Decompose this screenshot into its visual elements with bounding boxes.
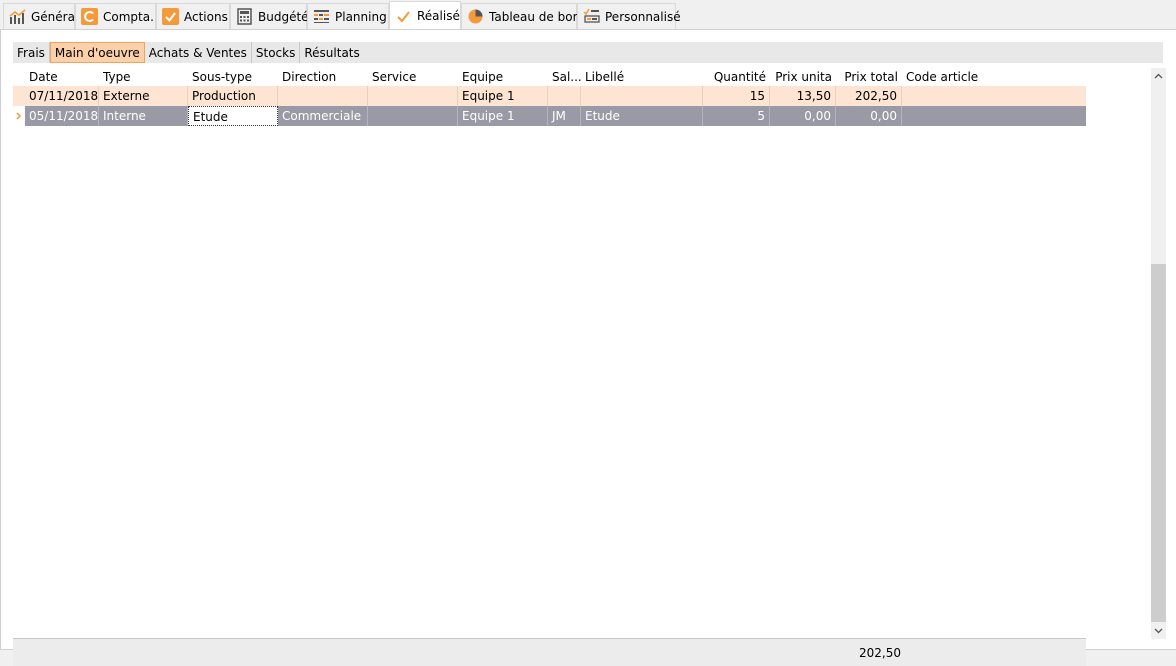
cell-code-article[interactable]: [902, 86, 1086, 106]
pie-chart-icon: [467, 8, 484, 25]
col-header-type[interactable]: Type: [99, 68, 188, 86]
tab-personnalise[interactable]: Personnalisé: [577, 3, 681, 29]
subtab-frais[interactable]: Frais: [13, 42, 50, 63]
row-indicator[interactable]: [13, 86, 25, 106]
tab-label: Budgété: [258, 9, 309, 24]
cell-service[interactable]: [368, 106, 458, 126]
cell-equipe[interactable]: Equipe 1: [458, 106, 548, 126]
checkmark-icon: [395, 8, 412, 25]
grid-header: Date Type Sous-type Direction Service Eq…: [13, 68, 1086, 86]
cell-prix-total[interactable]: 202,50: [836, 86, 902, 106]
grid-totals-footer: 202,50: [13, 638, 1086, 666]
cell-date[interactable]: 07/11/2018: [25, 86, 99, 106]
cell-type[interactable]: Interne: [99, 106, 188, 126]
tab-realise[interactable]: Réalisé: [389, 1, 461, 30]
tab-tableau-de-bord[interactable]: Tableau de bord: [461, 3, 585, 29]
scrollbar-thumb[interactable]: [1151, 264, 1166, 622]
subtab-resultats[interactable]: Résultats: [300, 42, 363, 63]
planning-grid-icon: [313, 8, 330, 25]
cell-salarie[interactable]: [548, 86, 581, 106]
cell-quantite[interactable]: 5: [703, 106, 770, 126]
chevron-up-icon: [1154, 73, 1163, 79]
tab-label: Réalisé: [417, 9, 460, 23]
cell-type[interactable]: Externe: [99, 86, 188, 106]
tab-budgete[interactable]: Budgété: [230, 3, 309, 29]
line-chart-icon: [9, 8, 26, 25]
table-row[interactable]: 07/11/2018 Externe Production Equipe 1 1…: [13, 86, 1086, 106]
cell-libelle[interactable]: [581, 86, 703, 106]
tab-label: Actions: [184, 9, 228, 24]
col-header-prix-unitaire[interactable]: Prix unita: [770, 68, 836, 86]
tab-actions[interactable]: Actions: [156, 3, 230, 29]
subtab-main-doeuvre[interactable]: Main d'oeuvre: [49, 42, 145, 63]
cell-sous-type-editing[interactable]: Etude: [188, 106, 278, 126]
custom-dashboard-icon: [583, 8, 600, 25]
tab-compta[interactable]: Compta.: [75, 3, 156, 29]
cell-prix-unitaire[interactable]: 13,50: [770, 86, 836, 106]
col-header-code-article[interactable]: Code article: [902, 68, 1086, 86]
cell-direction[interactable]: [278, 86, 368, 106]
calculator-icon: [236, 8, 253, 25]
subtab-achats-ventes[interactable]: Achats & Ventes: [145, 42, 252, 63]
col-header-sous-type[interactable]: Sous-type: [188, 68, 278, 86]
table-row-selected[interactable]: 05/11/2018 Interne Etude Commerciale Equ…: [13, 106, 1086, 126]
tab-label: Tableau de bord: [489, 9, 585, 24]
cell-direction[interactable]: Commerciale: [278, 106, 368, 126]
col-header-service[interactable]: Service: [368, 68, 458, 86]
scroll-down-button[interactable]: [1151, 623, 1166, 639]
tab-label: Planning: [335, 9, 387, 24]
chevron-down-icon: [1154, 628, 1163, 634]
cell-salarie[interactable]: JM: [548, 106, 581, 126]
tab-general[interactable]: Général: [3, 3, 79, 29]
tab-label: Général: [31, 9, 79, 24]
col-header-libelle[interactable]: Libellé: [581, 68, 703, 86]
tab-planning[interactable]: Planning: [307, 3, 389, 29]
realise-panel: Frais Main d'oeuvre Achats & Ventes Stoc…: [0, 29, 1176, 666]
cell-prix-total[interactable]: 0,00: [836, 106, 902, 126]
cell-code-article[interactable]: [902, 106, 1086, 126]
tab-label: Compta.: [103, 9, 154, 24]
row-indicator[interactable]: [13, 106, 25, 126]
col-header-direction[interactable]: Direction: [278, 68, 368, 86]
checkbox-check-icon: [162, 8, 179, 25]
current-row-arrow-icon: [16, 112, 22, 120]
col-header-date[interactable]: Date: [25, 68, 99, 86]
cell-equipe[interactable]: Equipe 1: [458, 86, 548, 106]
cell-libelle[interactable]: Etude: [581, 106, 703, 126]
cell-sous-type[interactable]: Production: [188, 86, 278, 106]
sub-tab-bar: Frais Main d'oeuvre Achats & Ventes Stoc…: [13, 42, 1163, 63]
cell-service[interactable]: [368, 86, 458, 106]
col-header-prix-total[interactable]: Prix total: [836, 68, 902, 86]
accounting-c-icon: [81, 8, 98, 25]
subtab-stocks[interactable]: Stocks: [252, 42, 301, 63]
scroll-up-button[interactable]: [1151, 68, 1166, 84]
vertical-scrollbar[interactable]: [1151, 68, 1166, 639]
main-tab-bar: Général Compta. Actions Budgété Planning…: [0, 0, 1176, 30]
col-header-salarie[interactable]: Sal...: [548, 68, 581, 86]
cell-date[interactable]: 05/11/2018: [25, 106, 99, 126]
tab-label: Personnalisé: [605, 9, 681, 24]
total-prix: 202,50: [859, 646, 901, 660]
col-header-equipe[interactable]: Equipe: [458, 68, 548, 86]
cell-quantite[interactable]: 15: [703, 86, 770, 106]
cell-prix-unitaire[interactable]: 0,00: [770, 106, 836, 126]
col-header-quantite[interactable]: Quantité: [703, 68, 770, 86]
